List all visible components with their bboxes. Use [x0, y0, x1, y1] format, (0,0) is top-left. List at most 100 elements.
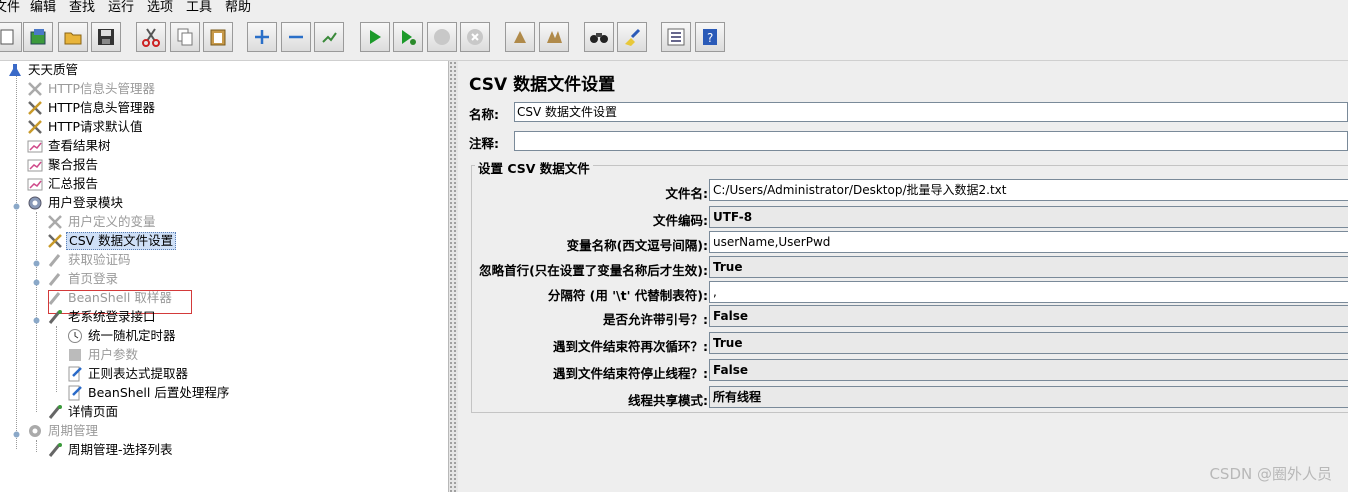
- tree-node-old-login-api[interactable]: 老系统登录接口: [46, 308, 158, 326]
- tree-line: [16, 75, 17, 449]
- tree-node-label: HTTP请求默认值: [48, 119, 143, 134]
- tree-node-http-defaults[interactable]: HTTP请求默认值: [26, 118, 145, 136]
- expander-icon[interactable]: [13, 431, 20, 438]
- tree-node-home-login[interactable]: 首页登录: [46, 270, 120, 288]
- name-field[interactable]: CSV 数据文件设置: [514, 102, 1348, 122]
- open-icon[interactable]: [58, 22, 88, 52]
- tree-node-label: 老系统登录接口: [68, 309, 156, 324]
- test-plan-icon: [6, 61, 24, 79]
- postprocessor-icon: [66, 384, 84, 402]
- recycle-eof-label: 遇到文件结束符再次循环？:: [553, 339, 708, 354]
- tree-node-regex-extractor[interactable]: 正则表达式提取器: [66, 365, 190, 383]
- help-icon[interactable]: ?: [695, 22, 725, 52]
- stop-icon[interactable]: [427, 22, 457, 52]
- menu-edit[interactable]: 编辑: [30, 0, 56, 17]
- paste-icon[interactable]: [203, 22, 233, 52]
- toolbar: ?: [0, 17, 1348, 61]
- ignore-first-line-select[interactable]: True: [709, 256, 1348, 278]
- collapse-icon[interactable]: [281, 22, 311, 52]
- menu-bar: 文件 编辑 查找 运行 选项 工具 帮助: [0, 0, 1348, 17]
- tree-node-aggregate-report[interactable]: 聚合报告: [26, 156, 100, 174]
- sharing-mode-label: 线程共享模式:: [628, 393, 708, 408]
- tree-node-cycle-mgmt[interactable]: 周期管理: [26, 422, 100, 440]
- expander-icon[interactable]: [33, 279, 40, 286]
- menu-run[interactable]: 运行: [108, 0, 134, 17]
- tree-node-beanshell-sampler[interactable]: BeanShell 取样器: [46, 289, 174, 307]
- menu-tools[interactable]: 工具: [186, 0, 212, 17]
- expand-icon[interactable]: [247, 22, 277, 52]
- svg-text:?: ?: [707, 31, 713, 45]
- tree-node-get-captcha[interactable]: 获取验证码: [46, 251, 133, 269]
- preprocessor-icon: [66, 346, 84, 364]
- sampler-icon: [46, 270, 64, 288]
- tree-node-summary-report[interactable]: 汇总报告: [26, 175, 100, 193]
- test-plan-tree[interactable]: 天天质管 HTTP信息头管理器 HTTP信息头管理器 HTTP请求默认值 查看结…: [0, 61, 449, 492]
- tree-node-label: 获取验证码: [68, 252, 131, 267]
- allow-quoted-label: 是否允许带引号？:: [603, 312, 708, 327]
- tree-node-label: BeanShell 后置处理程序: [88, 385, 230, 400]
- config-tool-icon: [26, 99, 44, 117]
- filename-label: 文件名:: [665, 186, 709, 201]
- name-label: 名称:: [469, 107, 499, 122]
- tree-node-label: 周期管理-选择列表: [68, 442, 173, 457]
- tree-node-detail-page[interactable]: 详情页面: [46, 403, 120, 421]
- encoding-select[interactable]: UTF-8: [709, 206, 1348, 228]
- expander-icon[interactable]: [33, 317, 40, 324]
- tree-node-beanshell-post[interactable]: BeanShell 后置处理程序: [66, 384, 231, 402]
- tree-node-label: 汇总报告: [48, 176, 99, 191]
- tree-node-label: HTTP信息头管理器: [48, 81, 155, 96]
- tree-node-login-module[interactable]: 用户登录模块: [26, 194, 125, 212]
- thread-group-icon: [26, 194, 44, 212]
- recycle-eof-select[interactable]: True: [709, 332, 1348, 354]
- split-pane-divider[interactable]: [449, 61, 458, 492]
- tree-node-test-plan[interactable]: 天天质管: [6, 61, 80, 79]
- tree-node-label: 正则表达式提取器: [88, 366, 189, 381]
- stop-thread-eof-select[interactable]: False: [709, 359, 1348, 381]
- delimiter-field[interactable]: ,: [709, 281, 1348, 303]
- copy-icon[interactable]: [170, 22, 200, 52]
- filename-field[interactable]: C:/Users/Administrator/Desktop/批量导入数据2.t…: [709, 179, 1348, 201]
- tree-node-label: 统一随机定时器: [88, 328, 176, 343]
- tree-node-cycle-list[interactable]: 周期管理-选择列表: [46, 441, 175, 459]
- menu-help[interactable]: 帮助: [225, 0, 251, 17]
- search-icon[interactable]: [584, 22, 614, 52]
- sampler-icon: [46, 308, 64, 326]
- tree-node-label: 查看结果树: [48, 138, 111, 153]
- variable-names-field[interactable]: userName,UserPwd: [709, 231, 1348, 253]
- tree-node-random-timer[interactable]: 统一随机定时器: [66, 327, 178, 345]
- shutdown-icon[interactable]: [460, 22, 490, 52]
- clear-icon[interactable]: [505, 22, 535, 52]
- tree-node-label: CSV 数据文件设置: [66, 232, 177, 250]
- new-icon[interactable]: [0, 22, 22, 52]
- tree-node-http-header-1[interactable]: HTTP信息头管理器: [26, 80, 157, 98]
- expander-icon[interactable]: [13, 203, 20, 210]
- function-helper-icon[interactable]: [661, 22, 691, 52]
- clear-all-icon[interactable]: [539, 22, 569, 52]
- tree-node-user-vars[interactable]: 用户定义的变量: [46, 213, 158, 231]
- tree-node-result-tree[interactable]: 查看结果树: [26, 137, 113, 155]
- allow-quoted-select[interactable]: False: [709, 305, 1348, 327]
- sharing-mode-select[interactable]: 所有线程: [709, 386, 1348, 408]
- sampler-icon: [46, 289, 64, 307]
- toggle-icon[interactable]: [314, 22, 344, 52]
- menu-file[interactable]: 文件: [0, 0, 20, 17]
- templates-icon[interactable]: [23, 22, 53, 52]
- save-icon[interactable]: [91, 22, 121, 52]
- tree-node-label: 用户登录模块: [48, 195, 124, 210]
- start-no-pause-icon[interactable]: [393, 22, 423, 52]
- menu-options[interactable]: 选项: [147, 0, 173, 17]
- tree-node-user-params[interactable]: 用户参数: [66, 346, 140, 364]
- listener-icon: [26, 175, 44, 193]
- cut-icon[interactable]: [136, 22, 166, 52]
- reset-search-icon[interactable]: [617, 22, 647, 52]
- tree-node-csv-config[interactable]: CSV 数据文件设置: [46, 232, 177, 250]
- tree-node-label: 周期管理: [48, 423, 99, 438]
- start-icon[interactable]: [360, 22, 390, 52]
- comment-field[interactable]: [514, 131, 1348, 151]
- tree-node-label: 详情页面: [68, 404, 119, 419]
- comment-label: 注释:: [469, 136, 499, 151]
- expander-icon[interactable]: [33, 260, 40, 267]
- menu-search[interactable]: 查找: [69, 0, 95, 17]
- tree-node-http-header-2[interactable]: HTTP信息头管理器: [26, 99, 157, 117]
- thread-group-icon: [26, 422, 44, 440]
